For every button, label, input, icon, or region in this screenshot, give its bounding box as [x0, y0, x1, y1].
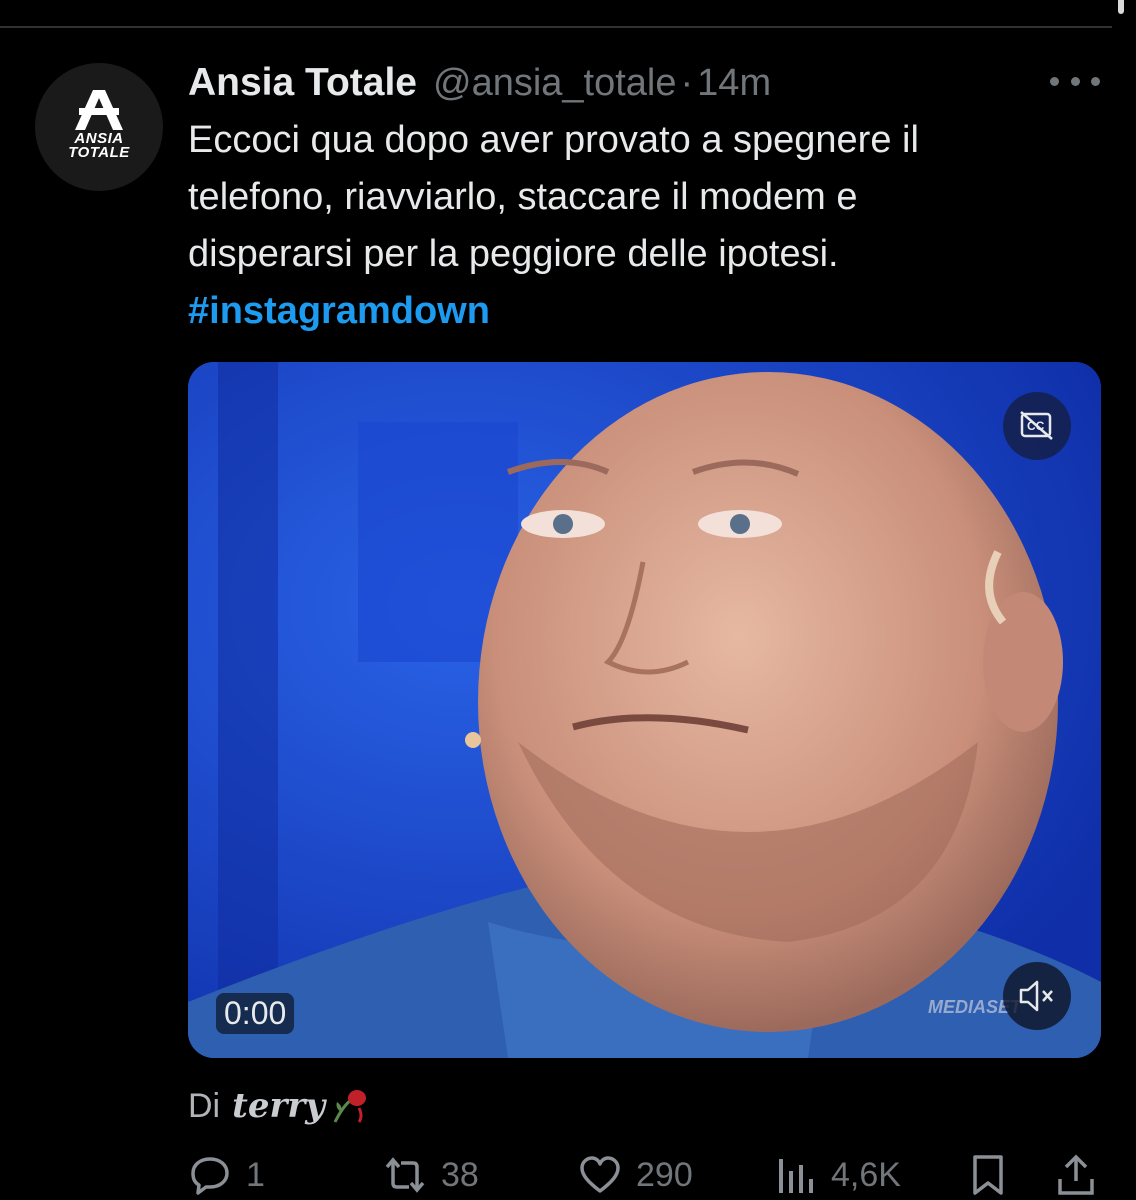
tweet-header: Ansia Totale @ansia_totale · 14m — [188, 58, 771, 108]
more-options-button[interactable] — [1050, 66, 1100, 96]
volume-muted-icon — [1019, 980, 1053, 1012]
retweet-count: 38 — [441, 1155, 479, 1194]
wilted-rose-icon — [333, 1090, 367, 1123]
reply-icon — [191, 1157, 229, 1195]
ansia-logo-icon — [75, 90, 123, 130]
more-dot — [1091, 76, 1100, 86]
display-name[interactable]: Ansia Totale — [188, 61, 417, 105]
like-count: 290 — [636, 1155, 693, 1194]
reply-count: 1 — [246, 1155, 265, 1194]
hashtag-link[interactable]: #instagramdown — [188, 283, 1088, 340]
captions-off-icon: CC — [1020, 411, 1053, 440]
bookmark-button[interactable] — [966, 1150, 1010, 1200]
captions-toggle-button[interactable]: CC — [1003, 392, 1071, 460]
tweet-text: Eccoci qua dopo aver provato a spegnere … — [188, 112, 1088, 340]
tweet-text-line: telefono, riavviarlo, staccare il modem … — [188, 176, 858, 218]
bookmark-icon — [973, 1155, 1003, 1195]
mute-button[interactable] — [1003, 962, 1071, 1030]
divider — [0, 26, 1112, 28]
avatar-label-line2: TOTALE — [68, 144, 130, 161]
share-icon — [1058, 1154, 1094, 1195]
views-button[interactable]: 4,6K — [773, 1150, 901, 1200]
tweet-time[interactable]: 14m — [697, 62, 771, 105]
video-player[interactable]: CC MEDIASET 0:00 — [188, 362, 1101, 1058]
more-dot — [1070, 76, 1080, 86]
reply-button[interactable]: 1 — [188, 1150, 265, 1200]
like-button[interactable]: 290 — [578, 1150, 693, 1200]
video-frame — [188, 362, 1101, 1058]
avatar[interactable]: ANSIA TOTALE — [35, 63, 163, 191]
more-dot — [1050, 76, 1059, 86]
share-button[interactable] — [1054, 1150, 1098, 1200]
scroll-indicator — [1118, 0, 1124, 14]
attribution-prefix: Di — [188, 1086, 221, 1125]
retweet-button[interactable]: 38 — [383, 1150, 479, 1200]
tweet-text-line: disperarsi per la peggiore delle ipotesi… — [188, 233, 839, 275]
views-count: 4,6K — [831, 1155, 901, 1194]
retweet-icon — [385, 1157, 425, 1193]
attribution-author[interactable]: terry — [232, 1086, 325, 1126]
heart-icon — [580, 1156, 620, 1193]
user-handle[interactable]: @ansia_totale — [433, 62, 677, 105]
tweet-text-line: Eccoci qua dopo aver provato a spegnere … — [188, 119, 919, 161]
header-separator: · — [680, 61, 694, 104]
video-attribution: Di terry — [188, 1086, 373, 1126]
video-timestamp: 0:00 — [216, 993, 295, 1034]
views-chart-icon — [779, 1159, 813, 1193]
tweet-actions: 1 38 290 4,6K — [188, 1150, 1100, 1200]
